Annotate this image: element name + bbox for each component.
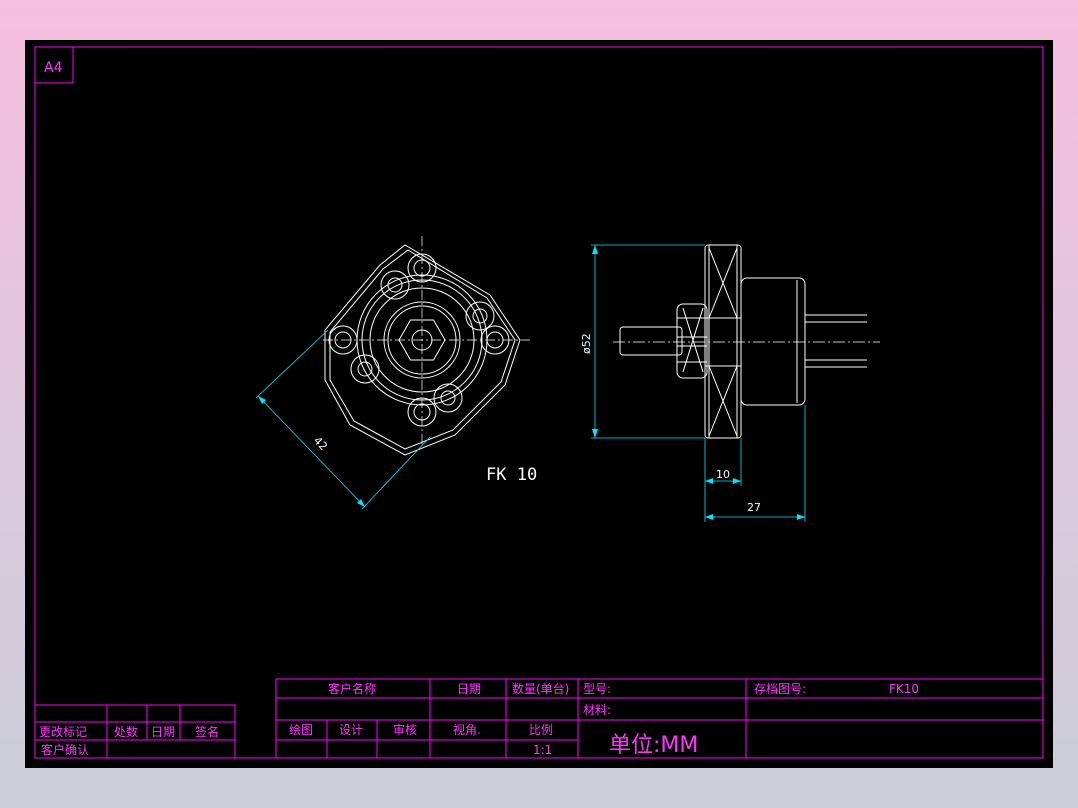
unit-label: 单位:MM xyxy=(609,733,698,758)
file-no-label: 存档图号: xyxy=(754,682,806,696)
date-label: 日期 xyxy=(457,682,481,696)
diameter-dimension: ø52 xyxy=(580,244,705,439)
overall-length-dimension: 27 xyxy=(704,405,806,522)
revision-date-label: 日期 xyxy=(151,725,175,739)
model-label: 型号: xyxy=(583,682,611,696)
location-count-label: 处数 xyxy=(114,724,138,739)
overall-length-text: 27 xyxy=(747,501,761,514)
scale-value: 1:1 xyxy=(533,743,552,757)
review-label: 审核 xyxy=(393,722,417,737)
flange-width-text: 10 xyxy=(716,468,730,481)
customer-name-label: 客户名称 xyxy=(328,681,376,696)
signature-label: 签名 xyxy=(195,724,219,739)
side-view xyxy=(613,244,880,439)
diameter-dimension-text: ø52 xyxy=(580,333,593,354)
scale-label: 比例 xyxy=(529,723,553,737)
revision-mark-label: 更改标记 xyxy=(39,725,87,739)
diagonal-dimension-text: 42 xyxy=(311,434,330,453)
size-label: A4 xyxy=(44,60,63,76)
drawing-by-label: 绘图 xyxy=(289,722,313,737)
diagonal-dimension: 42 xyxy=(255,329,431,510)
quantity-label: 数量(单台) xyxy=(512,681,569,696)
file-no-value: FK10 xyxy=(889,682,919,696)
shaft-end xyxy=(619,326,683,356)
title-block: 客户名称 日期 数量(单台) 型号: 存档图号: FK10 材料: 绘图 设计 … xyxy=(275,678,1044,759)
design-label: 设计 xyxy=(339,723,363,737)
drawing-sheet: A4 42 FK 10 ø52 10 27 更改标记 处数 日期 签名 客户确认… xyxy=(25,40,1053,768)
customer-confirm-label: 客户确认 xyxy=(41,742,89,757)
revision-block: 更改标记 处数 日期 签名 客户确认 xyxy=(34,704,236,759)
material-label: 材料: xyxy=(583,703,611,717)
view-angle-label: 视角. xyxy=(453,722,481,737)
flange-width-dimension: 10 xyxy=(704,438,742,486)
flange-side xyxy=(704,244,742,439)
inner-border xyxy=(34,46,1044,759)
cad-drawing-canvas: A4 42 FK 10 ø52 10 27 更改标记 处数 日期 签名 客户确认… xyxy=(34,46,1044,759)
front-view xyxy=(323,236,530,456)
body-side xyxy=(740,277,806,406)
part-label: FK 10 xyxy=(486,465,537,485)
